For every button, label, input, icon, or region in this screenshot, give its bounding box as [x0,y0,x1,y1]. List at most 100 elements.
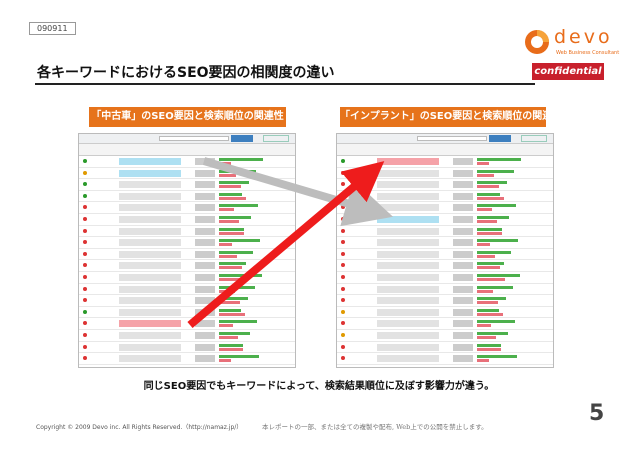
score-cell [453,320,473,328]
correlation-bar [477,273,520,277]
score-cell [453,227,473,235]
rank-change-icon [341,263,345,268]
screenshot-toolbar [337,134,553,144]
rank-change-icon [83,193,87,198]
right-ranking-screenshot [336,133,554,368]
comparison-bar [477,289,493,293]
correlation-bar [219,308,241,312]
score-cell [453,297,473,305]
factor-cell [119,355,181,363]
caption: 同じSEO要因でもキーワードによって、検索結果順位に及ぼす影響力が違う。 [143,381,495,392]
logo-tagline: Web Business Consultant [556,50,620,56]
correlation-bar [477,297,506,301]
comparison-bar [477,254,495,258]
rank-change-icon [341,251,345,256]
comparison-bar [219,208,234,212]
ranking-row [337,156,553,168]
rank-change-icon [83,309,87,314]
rank-change-icon [341,159,345,163]
rank-change-icon [83,298,87,303]
comparison-bar [219,324,233,328]
ranking-row [79,226,295,238]
score-cell [453,181,473,189]
rank-change-icon [83,274,87,279]
score-cell [453,308,473,316]
rank-change-icon [341,356,345,361]
comparison-bar [219,231,244,235]
factor-cell [377,273,439,281]
comparison-bar [219,266,242,270]
score-cell [195,204,215,212]
rank-change-icon [83,228,87,233]
comparison-bar [219,173,236,177]
ranking-row [337,168,553,180]
rank-change-icon [83,205,87,210]
correlation-bar [477,320,515,324]
score-cell [453,239,473,247]
score-cell [195,285,215,293]
comparison-bar [477,335,496,339]
rank-change-icon [83,182,87,187]
ranking-row [79,342,295,354]
screenshot-header [79,144,295,156]
factor-cell [377,297,439,305]
factor-cell [119,250,181,258]
factor-cell [377,262,439,270]
ranking-row [337,202,553,214]
devo-logo-icon [525,30,549,54]
comparison-bar [219,196,246,200]
ranking-row [79,318,295,330]
ranking-row [337,179,553,191]
correlation-bar [219,343,243,347]
score-cell [195,262,215,270]
rank-change-icon [341,216,345,221]
correlation-bar [219,215,251,219]
ranking-row [337,342,553,354]
rank-change-icon [341,344,345,349]
ranking-row [79,191,295,203]
correlation-bar [219,192,242,196]
ranking-row [337,272,553,284]
page-number: 5 [589,401,605,426]
screenshot-toolbar [79,134,295,144]
rank-change-icon [83,170,87,175]
rank-change-icon [341,193,345,198]
ranking-row [79,179,295,191]
comparison-bar [219,347,243,351]
correlation-bar [219,169,256,173]
correlation-bar [477,343,501,347]
correlation-bar [219,285,255,289]
rank-change-icon [341,298,345,303]
rank-change-icon [341,274,345,279]
factor-cell [377,169,439,177]
correlation-bar [219,227,244,231]
score-cell [195,250,215,258]
factor-cell [119,331,181,339]
comparison-bar [477,266,500,270]
ranking-row [337,330,553,342]
score-cell [195,343,215,351]
rank-change-icon [83,240,87,245]
correlation-bar [477,215,509,219]
factor-cell [119,308,181,316]
correlation-bar [477,239,518,243]
score-cell [195,331,215,339]
correlation-bar [477,355,517,359]
score-cell [195,227,215,235]
score-cell [195,308,215,316]
rank-change-icon [341,182,345,187]
page-title: 各キーワードにおけるSEO要因の相関度の違い [37,65,335,81]
ranking-row [337,353,553,365]
comparison-bar [477,231,502,235]
correlation-bar [219,250,253,254]
rank-change-icon [83,344,87,349]
correlation-bar [219,181,249,185]
comparison-bar [219,312,245,316]
ranking-row [79,272,295,284]
factor-cell [119,320,181,328]
factor-cell [377,320,439,328]
correlation-bar [477,285,513,289]
score-cell [453,262,473,270]
rank-change-icon [341,286,345,291]
ranking-row [79,295,295,307]
